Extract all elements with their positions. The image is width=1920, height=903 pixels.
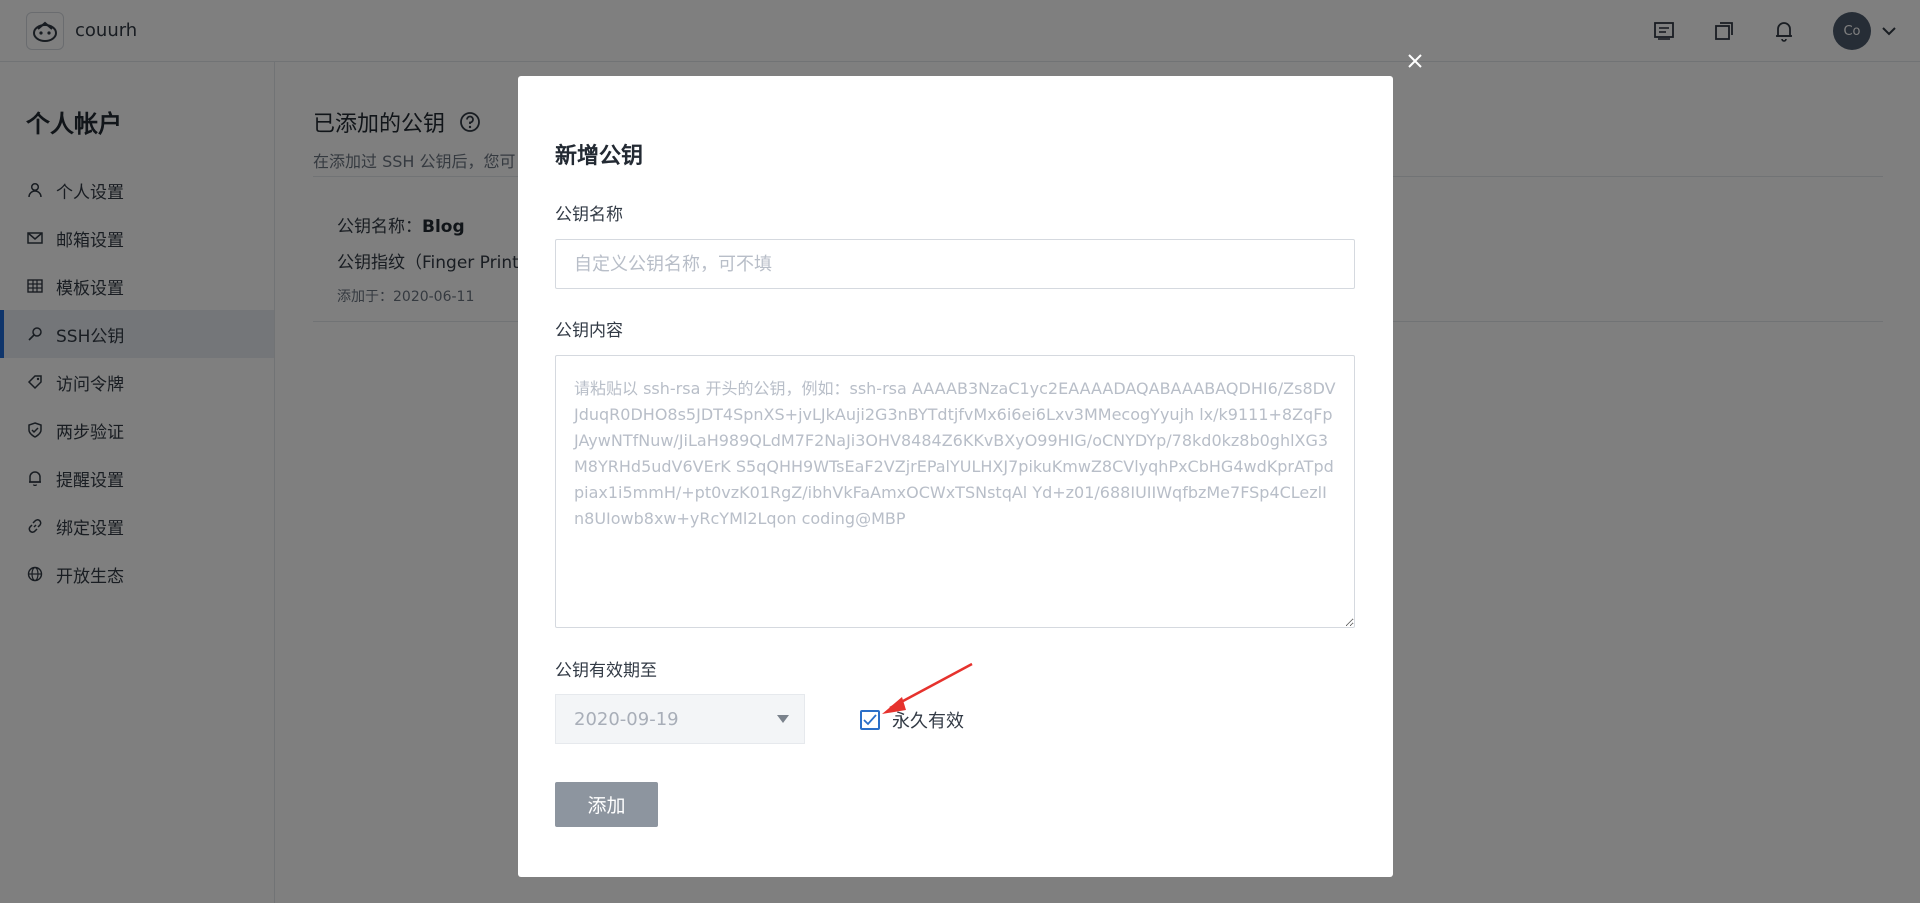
red-arrow-annotation-icon bbox=[882, 662, 973, 714]
key-content-textarea[interactable] bbox=[555, 355, 1355, 628]
key-name-input[interactable] bbox=[555, 239, 1355, 289]
expiry-date-value: 2020-09-19 bbox=[574, 708, 679, 730]
key-name-field-label: 公钥名称 bbox=[555, 205, 623, 225]
check-icon bbox=[863, 714, 877, 726]
add-button[interactable]: 添加 bbox=[555, 782, 658, 827]
expiry-field-label: 公钥有效期至 bbox=[555, 661, 657, 681]
modal-title: 新增公钥 bbox=[555, 144, 644, 169]
expiry-date-select[interactable]: 2020-09-19 bbox=[555, 694, 805, 744]
close-icon[interactable] bbox=[1402, 48, 1428, 74]
key-content-field-label: 公钥内容 bbox=[555, 321, 623, 341]
caret-down-icon bbox=[777, 715, 789, 723]
add-ssh-key-modal: 新增公钥 公钥名称 公钥内容 公钥有效期至 2020-09-19 永久有效 添加 bbox=[518, 76, 1393, 877]
